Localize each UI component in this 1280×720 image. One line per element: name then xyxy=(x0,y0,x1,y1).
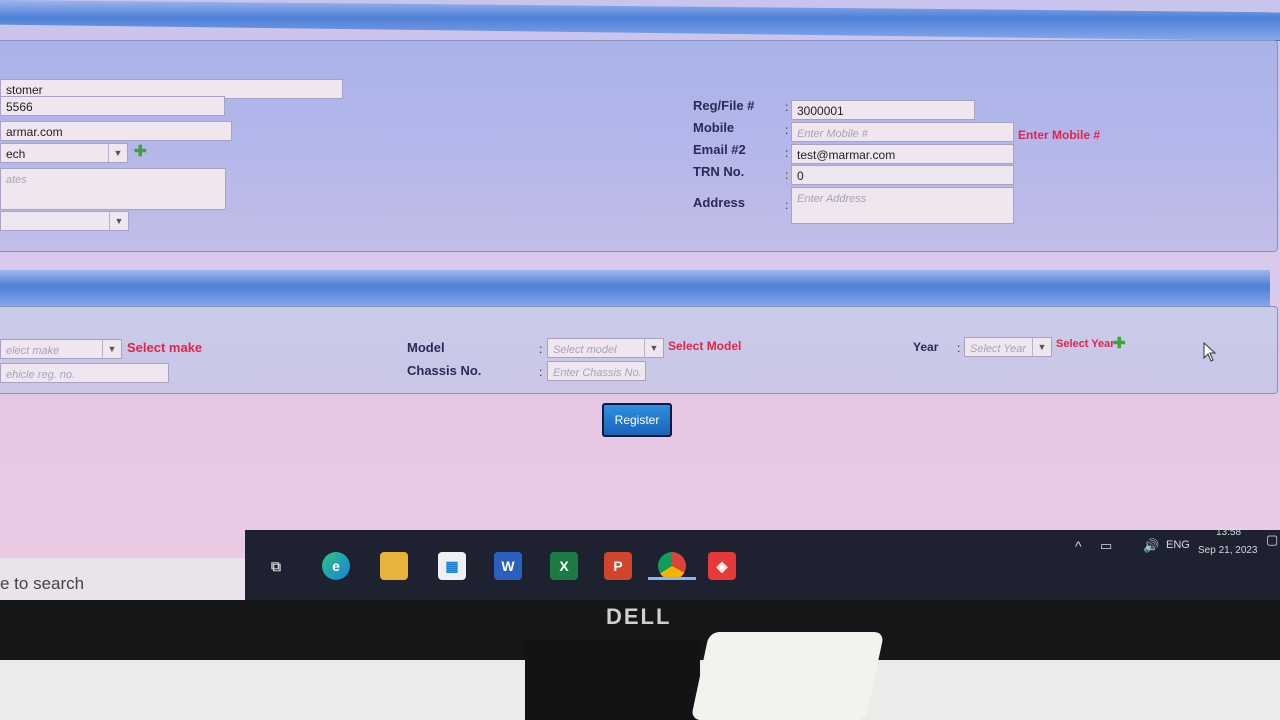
search-text: e to search xyxy=(0,574,85,593)
tray-chevron-icon[interactable]: ^ xyxy=(1075,538,1082,554)
mobile-field[interactable]: Enter Mobile # xyxy=(791,122,1014,142)
model-error: Select Model xyxy=(668,339,742,353)
monitor-stand xyxy=(525,640,700,720)
salesperson-value: ech xyxy=(6,147,26,161)
chrome-active-indicator xyxy=(648,577,696,580)
add-icon[interactable]: ✚ xyxy=(1113,334,1126,352)
mobile-error: Enter Mobile # xyxy=(1018,128,1101,142)
anydesk-icon[interactable]: ◈ xyxy=(708,552,736,580)
colon: : xyxy=(785,123,789,137)
make-error: Select make xyxy=(127,340,203,355)
clock-time[interactable]: 13:58 xyxy=(1216,527,1241,538)
chrome-icon[interactable] xyxy=(658,552,686,580)
remote-control xyxy=(690,632,885,720)
powerpoint-icon[interactable]: P xyxy=(604,552,632,580)
chevron-down-icon: ▼ xyxy=(1032,338,1051,356)
screen: stomer 5566 armar.com ech ▼ ✚ ates ▼ Reg… xyxy=(0,0,1280,600)
speaker-icon[interactable]: 🔊 xyxy=(1143,538,1159,554)
extra-select[interactable]: ▼ xyxy=(0,211,129,231)
salesperson-select[interactable]: ech ▼ xyxy=(0,143,128,163)
trn-label: TRN No. xyxy=(693,164,745,179)
year-select[interactable]: Select Year ▼ xyxy=(964,337,1052,357)
excel-icon[interactable]: X xyxy=(550,552,578,580)
email2-field[interactable]: test@marmar.com xyxy=(791,144,1014,164)
store-icon[interactable]: ▦ xyxy=(438,552,466,580)
notification-icon[interactable]: ▢ xyxy=(1266,532,1278,548)
colon: : xyxy=(785,100,789,114)
colon: : xyxy=(785,146,789,160)
model-label: Model xyxy=(407,340,445,355)
year-label: Year xyxy=(913,340,939,354)
colon: : xyxy=(785,198,789,212)
address-field[interactable]: Enter Address xyxy=(791,187,1014,224)
email-field[interactable]: armar.com xyxy=(0,121,232,141)
trn-field[interactable]: 0 xyxy=(791,165,1014,185)
customer-section-header xyxy=(0,0,1280,41)
phone-field[interactable]: 5566 xyxy=(0,96,225,116)
cursor-icon xyxy=(1203,342,1217,362)
chevron-down-icon: ▼ xyxy=(109,212,128,230)
make-select[interactable]: elect make ▼ xyxy=(0,339,122,359)
taskbar-search[interactable]: e to search xyxy=(0,558,245,600)
mobile-label: Mobile xyxy=(693,120,735,135)
reg-file-field[interactable]: 3000001 xyxy=(791,100,975,120)
address-label: Address xyxy=(693,195,746,210)
file-explorer-icon[interactable] xyxy=(380,552,408,580)
chevron-down-icon: ▼ xyxy=(102,340,121,358)
clock-date[interactable]: Sep 21, 2023 xyxy=(1198,545,1258,556)
register-button[interactable]: Register xyxy=(602,403,672,437)
vehicle-reg-field[interactable]: ehicle reg. no. xyxy=(0,363,169,383)
edge-icon[interactable]: e xyxy=(322,552,350,580)
chevron-down-icon: ▼ xyxy=(108,144,127,162)
year-error: Select Year xyxy=(1056,338,1115,350)
task-view-icon[interactable]: ⧉ xyxy=(262,552,290,580)
colon: : xyxy=(539,342,543,356)
notes-field[interactable]: ates xyxy=(0,168,226,210)
word-icon[interactable]: W xyxy=(494,552,522,580)
email2-label: Email #2 xyxy=(693,142,746,157)
monitor-brand-logo: DELL xyxy=(606,604,672,629)
chassis-label: Chassis No. xyxy=(407,363,482,378)
add-icon[interactable]: ✚ xyxy=(134,142,147,160)
vehicle-section-header xyxy=(0,270,1270,307)
reg-file-label: Reg/File # xyxy=(693,98,755,113)
language-indicator[interactable]: ENG xyxy=(1166,539,1190,551)
chevron-down-icon: ▼ xyxy=(644,339,663,357)
colon: : xyxy=(539,365,543,379)
network-icon[interactable]: ▭ xyxy=(1100,538,1112,554)
customer-panel xyxy=(0,40,1278,252)
chassis-field[interactable]: Enter Chassis No. xyxy=(547,361,646,381)
colon: : xyxy=(785,168,789,182)
model-select[interactable]: Select model ▼ xyxy=(547,338,664,358)
colon: : xyxy=(957,341,961,355)
